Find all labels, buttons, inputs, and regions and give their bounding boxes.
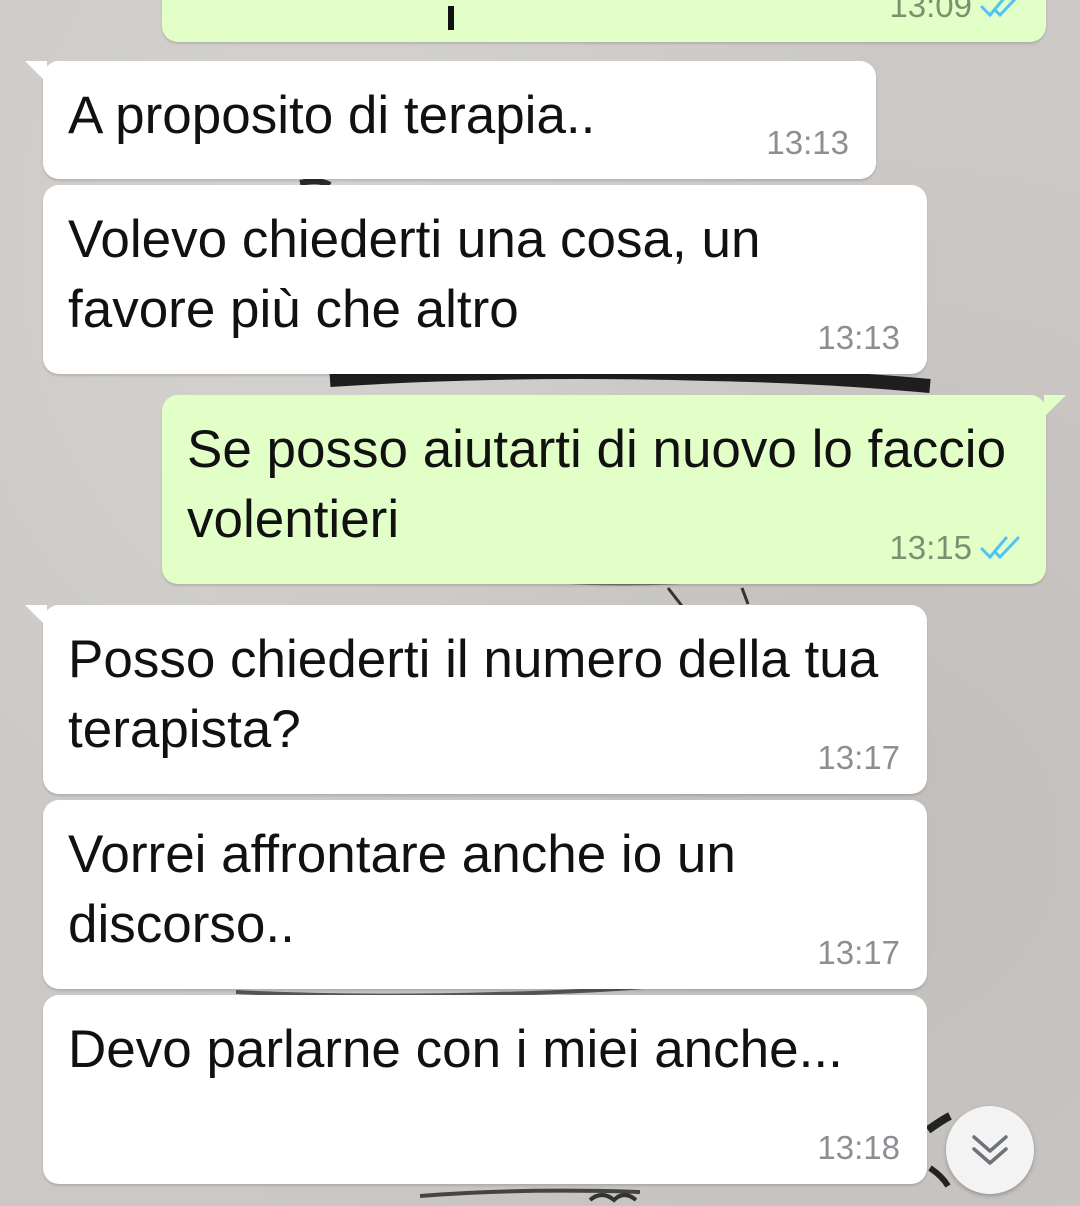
message-incoming[interactable]: Volevo chiederti una cosa, un favore più… <box>43 185 927 374</box>
message-time: 13:18 <box>817 1129 900 1166</box>
message-incoming[interactable]: Posso chiederti il numero della tua tera… <box>25 605 927 794</box>
bubble-tail <box>1044 395 1066 417</box>
chevron-double-down-icon <box>972 1135 1008 1165</box>
message-outgoing[interactable]: 13:09 <box>162 0 1046 42</box>
double-check-icon <box>980 535 1024 561</box>
message-outgoing[interactable]: Se posso aiutarti di nuovo lo faccio vol… <box>162 395 1066 584</box>
scroll-to-bottom-button[interactable] <box>946 1106 1034 1194</box>
message-time: 13:09 <box>889 0 972 24</box>
message-time: 13:15 <box>889 529 972 566</box>
message-incoming[interactable]: A proposito di terapia.. 13:13 <box>25 61 876 179</box>
message-text: Devo parlarne con i miei anche... <box>68 1020 843 1079</box>
message-text: Vorrei affrontare anche io un discorso.. <box>68 825 751 954</box>
message-time: 13:13 <box>766 124 849 161</box>
bubble-tail <box>25 61 47 83</box>
message-meta: 13:09 <box>889 0 1024 24</box>
double-check-icon <box>980 0 1024 19</box>
message-text: Volevo chiederti una cosa, un favore più… <box>68 210 776 339</box>
message-text: A proposito di terapia.. <box>68 86 596 145</box>
message-time: 13:17 <box>817 739 900 776</box>
bubble-tail <box>25 605 47 627</box>
message-time: 13:13 <box>817 319 900 356</box>
cut-off-text-fragment <box>448 6 454 30</box>
message-time: 13:17 <box>817 934 900 971</box>
message-meta: 13:15 <box>889 530 1024 566</box>
message-incoming[interactable]: Devo parlarne con i miei anche... 13:18 <box>43 995 927 1184</box>
message-text: Posso chiederti il numero della tua tera… <box>68 630 893 759</box>
message-incoming[interactable]: Vorrei affrontare anche io un discorso..… <box>43 800 927 989</box>
